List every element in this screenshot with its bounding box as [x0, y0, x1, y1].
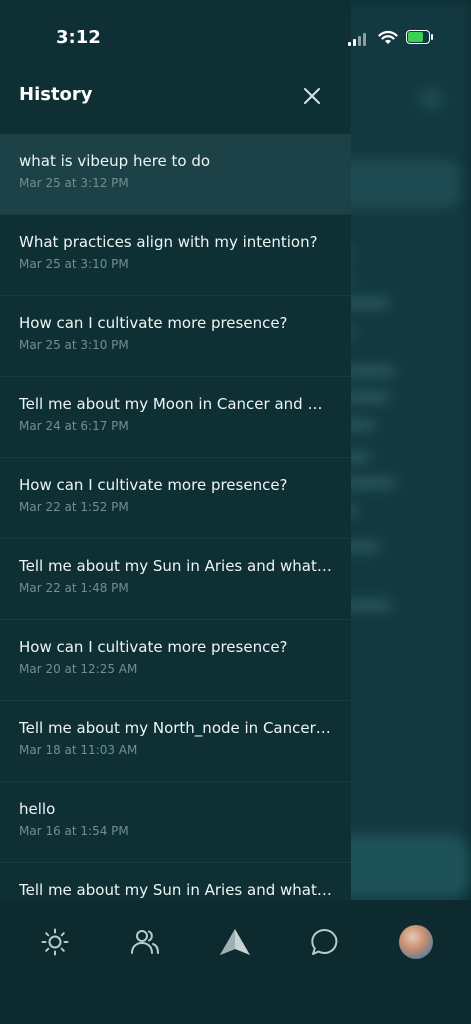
- history-item-title: What practices align with my intention?: [19, 233, 318, 251]
- history-item-date: Mar 25 at 3:10 PM: [19, 257, 129, 271]
- history-item-date: Mar 22 at 1:52 PM: [19, 500, 129, 514]
- history-item-date: Mar 18 at 11:03 AM: [19, 743, 138, 757]
- history-item-title: Tell me about my Moon in Cancer and wh..…: [19, 395, 332, 413]
- history-item-title: Tell me about my Sun in Aries and what i…: [19, 881, 332, 899]
- signal-icon: [348, 32, 366, 46]
- history-item[interactable]: Tell me about my North_node in Cancer a.…: [0, 701, 351, 782]
- history-item-title: How can I cultivate more presence?: [19, 638, 288, 656]
- people-icon: [131, 930, 159, 954]
- history-item-title: Tell me about my Sun in Aries and what i…: [19, 557, 332, 575]
- nav-chat-button[interactable]: [307, 924, 343, 960]
- triangle-icon: [220, 929, 250, 955]
- nav-home-button[interactable]: [37, 924, 73, 960]
- history-list: what is vibeup here to do Mar 25 at 3:12…: [0, 134, 351, 900]
- drawer-header: History: [0, 76, 351, 132]
- status-time: 3:12: [56, 27, 101, 48]
- history-item-date: Mar 25 at 3:10 PM: [19, 338, 129, 352]
- history-item[interactable]: hello Mar 16 at 1:54 PM: [0, 782, 351, 863]
- history-item[interactable]: How can I cultivate more presence? Mar 2…: [0, 296, 351, 377]
- close-icon[interactable]: [298, 82, 326, 110]
- history-item-title: How can I cultivate more presence?: [19, 314, 288, 332]
- avatar: [399, 925, 433, 959]
- history-item-date: Mar 25 at 3:12 PM: [19, 176, 129, 190]
- history-item-date: Mar 22 at 1:48 PM: [19, 581, 129, 595]
- history-item[interactable]: How can I cultivate more presence? Mar 2…: [0, 620, 351, 701]
- nav-community-button[interactable]: [127, 924, 163, 960]
- chat-icon: [311, 928, 338, 955]
- sun-icon: [41, 928, 69, 956]
- history-item-date: Mar 24 at 6:17 PM: [19, 419, 129, 433]
- history-drawer: History what is vibeup here to do Mar 25…: [0, 0, 351, 900]
- history-item-title: hello: [19, 800, 56, 818]
- bottom-nav: [0, 900, 471, 1024]
- history-item[interactable]: What practices align with my intention? …: [0, 215, 351, 296]
- history-item-date: Mar 16 at 1:54 PM: [19, 824, 129, 838]
- history-item[interactable]: Tell me about my Sun in Aries and what i…: [0, 863, 351, 900]
- history-item-title: what is vibeup here to do: [19, 152, 211, 170]
- wifi-icon: [378, 30, 398, 44]
- history-item[interactable]: How can I cultivate more presence? Mar 2…: [0, 458, 351, 539]
- history-item[interactable]: Tell me about my Sun in Aries and what i…: [0, 539, 351, 620]
- history-item[interactable]: what is vibeup here to do Mar 25 at 3:12…: [0, 134, 351, 215]
- battery-icon: [406, 30, 430, 44]
- drawer-title: History: [19, 84, 93, 105]
- history-item-title: Tell me about my North_node in Cancer a.…: [19, 719, 332, 737]
- status-bar: 3:12: [0, 0, 471, 76]
- nav-profile-button[interactable]: [398, 924, 434, 960]
- history-item-title: How can I cultivate more presence?: [19, 476, 288, 494]
- history-item[interactable]: Tell me about my Moon in Cancer and wh..…: [0, 377, 351, 458]
- history-item-date: Mar 20 at 12:25 AM: [19, 662, 138, 676]
- nav-vibeup-button[interactable]: [217, 924, 253, 960]
